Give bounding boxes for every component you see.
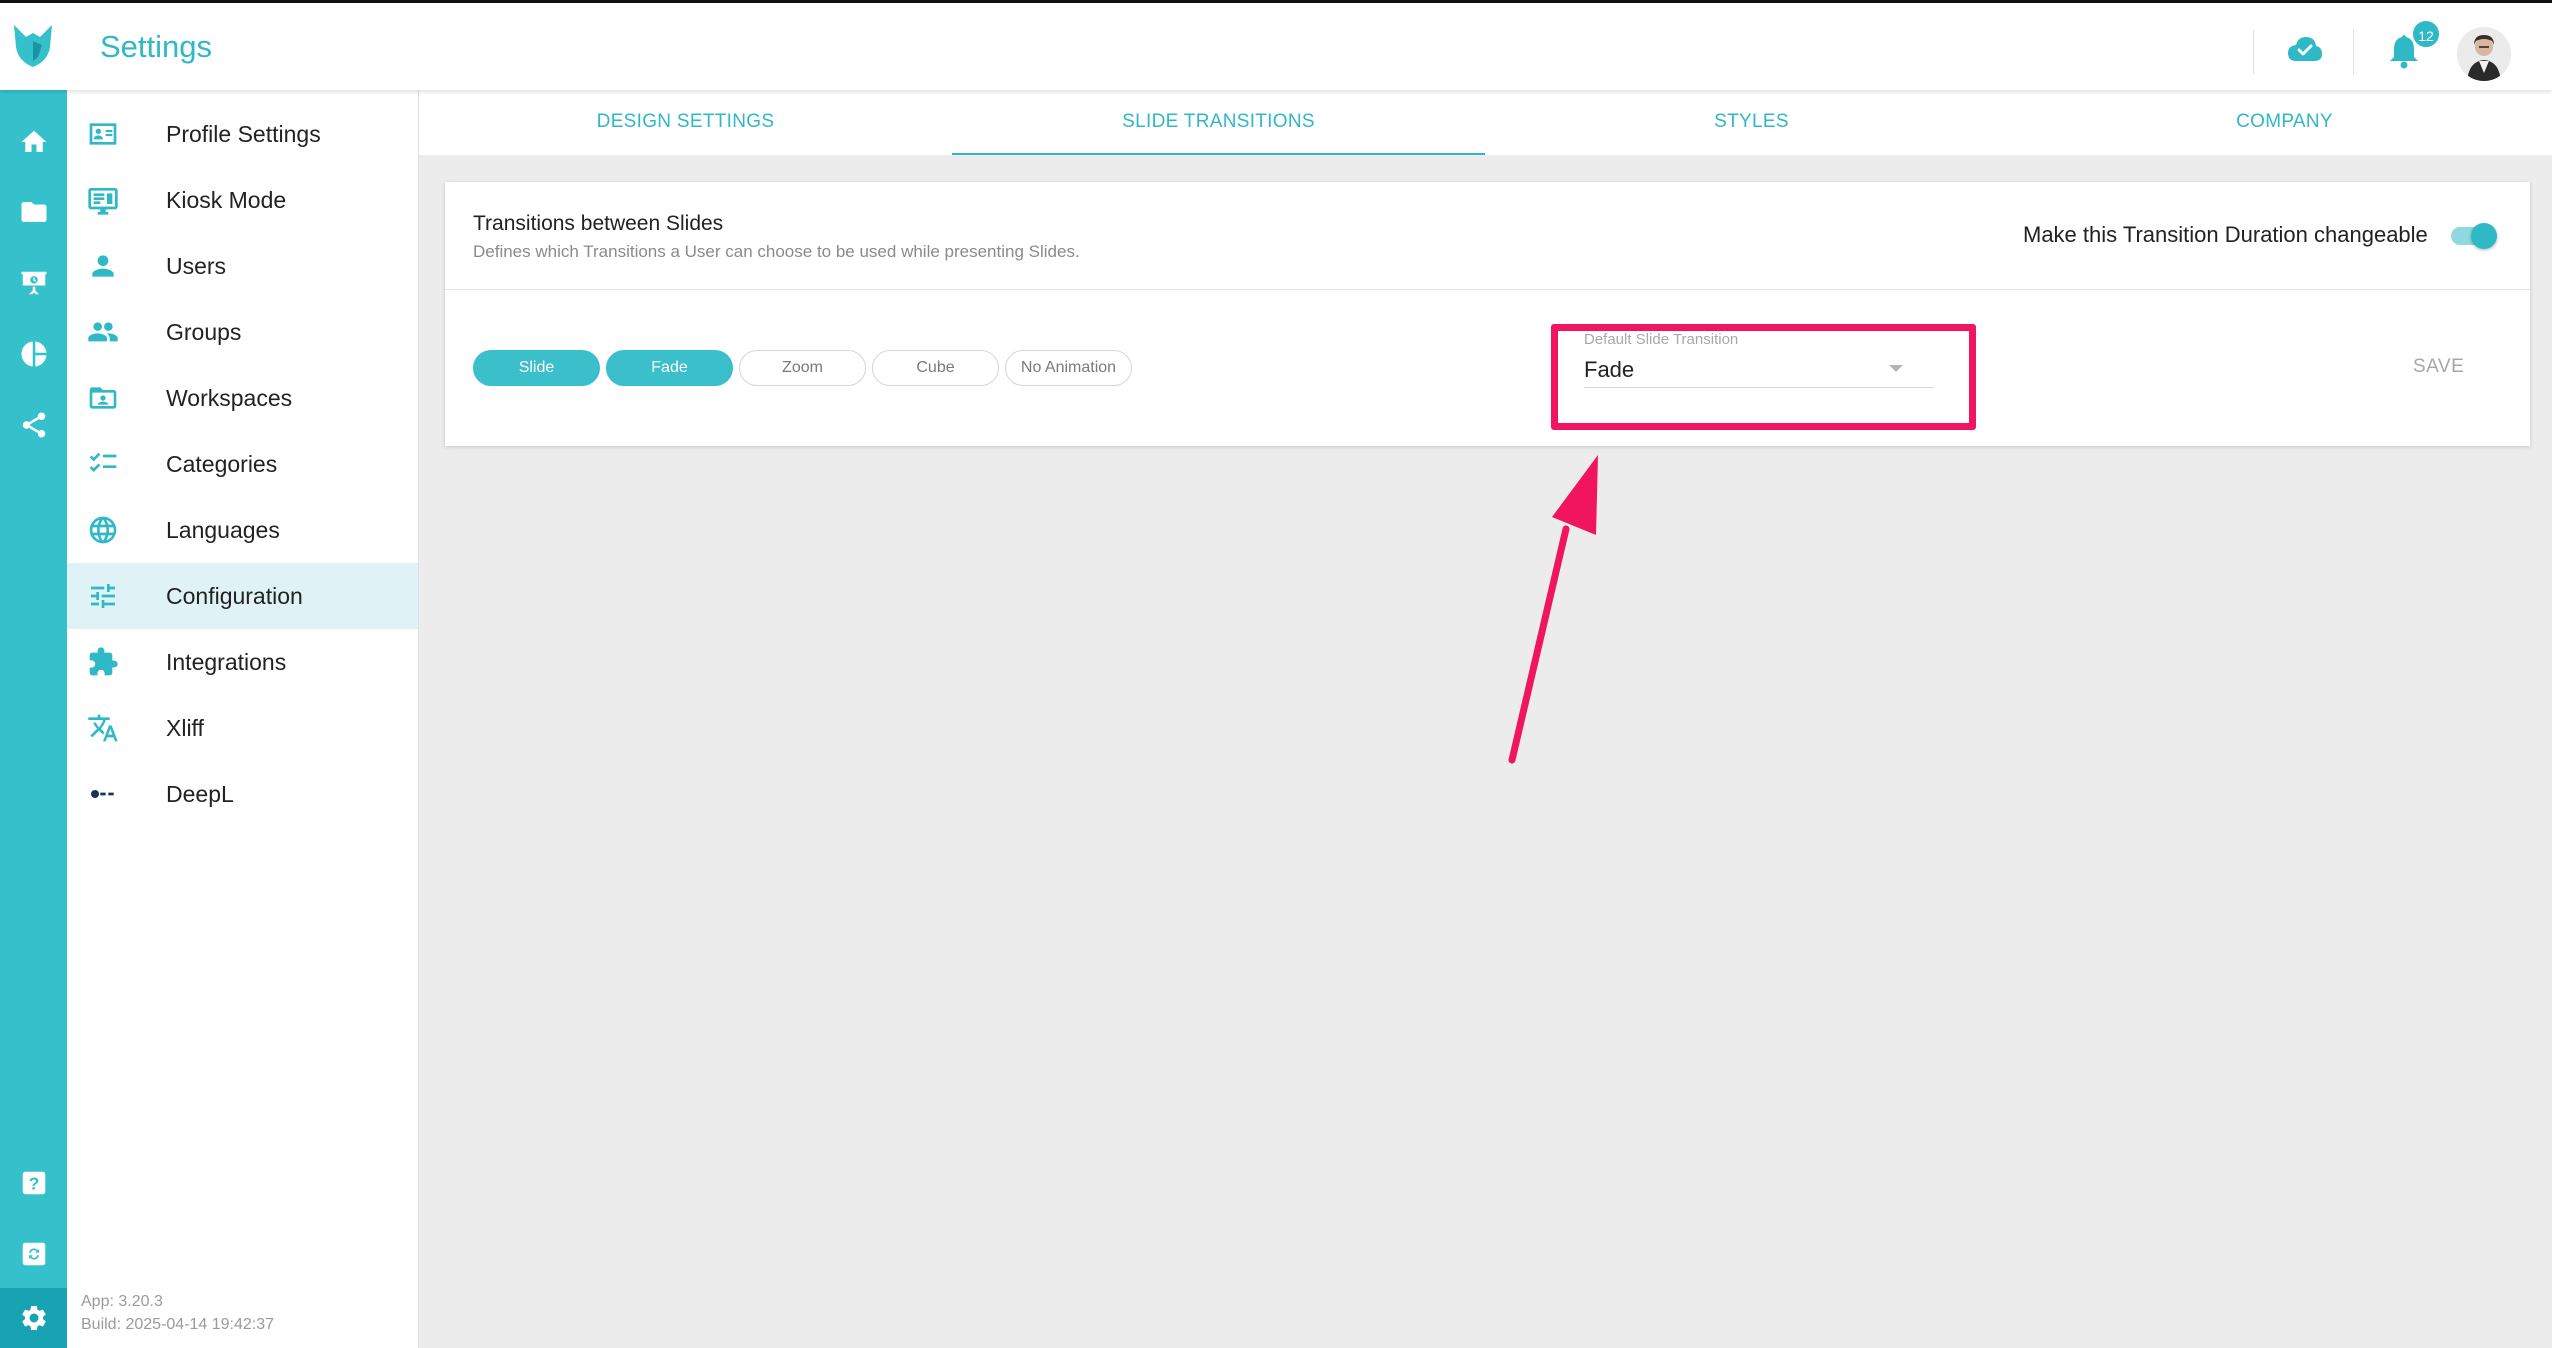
- header-divider: [2253, 29, 2254, 75]
- sidebar-item-kiosk-mode[interactable]: Kiosk Mode: [67, 167, 418, 233]
- checklist-icon: [87, 448, 119, 480]
- chip-cube[interactable]: Cube: [872, 350, 999, 386]
- tab-slide-transitions[interactable]: SLIDE TRANSITIONS: [952, 90, 1485, 155]
- tab-styles[interactable]: STYLES: [1485, 90, 2018, 155]
- cloud-sync-icon[interactable]: [2287, 35, 2323, 63]
- card-title: Transitions between Slides: [473, 212, 724, 235]
- chip-no-animation[interactable]: No Animation: [1005, 350, 1132, 386]
- toggle-knob: [2471, 223, 2497, 249]
- transitions-card: Transitions between Slides Defines which…: [445, 182, 2530, 446]
- group-icon: [87, 316, 119, 348]
- card-divider: [445, 289, 2530, 290]
- pie-chart-icon[interactable]: [0, 324, 67, 384]
- share-icon[interactable]: [0, 395, 67, 455]
- sidebar-item-groups[interactable]: Groups: [67, 299, 418, 365]
- presentation-icon[interactable]: [0, 253, 67, 313]
- sidebar-item-profile-settings[interactable]: Profile Settings: [67, 101, 418, 167]
- sidebar-item-label: Categories: [166, 451, 278, 477]
- sidebar-item-deepl[interactable]: DeepL: [67, 761, 418, 827]
- chip-zoom[interactable]: Zoom: [739, 350, 866, 386]
- page-title: Settings: [100, 29, 213, 64]
- sidebar-item-label: Integrations: [166, 649, 287, 675]
- notification-badge: 12: [2411, 19, 2441, 49]
- toggle-label: Make this Transition Duration changeable: [2023, 222, 2428, 247]
- deepl-icon: [87, 778, 119, 810]
- app-version: App: 3.20.3: [81, 1293, 163, 1310]
- sidebar-item-label: Workspaces: [166, 385, 293, 411]
- version-info: App: 3.20.3 Build: 2025-04-14 19:42:37: [81, 1290, 274, 1336]
- top-header: Settings 12: [0, 3, 2552, 90]
- tab-design-settings[interactable]: DESIGN SETTINGS: [419, 90, 952, 155]
- workspace-folder-icon: [87, 382, 119, 414]
- sliders-icon: [87, 580, 119, 612]
- avatar[interactable]: [2457, 27, 2511, 81]
- puzzle-icon: [87, 646, 119, 678]
- sidebar-item-label: Groups: [166, 319, 242, 345]
- help-icon[interactable]: ?: [0, 1153, 67, 1213]
- header-divider: [2353, 29, 2354, 75]
- select-label: Default Slide Transition: [1584, 331, 1739, 348]
- sidebar-item-label: Kiosk Mode: [166, 187, 287, 213]
- build-version: Build: 2025-04-14 19:42:37: [81, 1316, 275, 1333]
- monitor-icon: [87, 184, 119, 216]
- chip-fade[interactable]: Fade: [606, 350, 733, 386]
- profile-card-icon: [87, 118, 119, 150]
- sidebar-item-xliff[interactable]: Xliff: [67, 695, 418, 761]
- sidebar-item-label: Configuration: [166, 583, 303, 609]
- translate-icon: [87, 712, 119, 744]
- card-subtitle: Defines which Transitions a User can cho…: [473, 242, 1080, 261]
- select-value: Fade: [1584, 357, 1635, 382]
- sidebar-item-configuration[interactable]: Configuration: [67, 563, 418, 629]
- chevron-down-icon: [1889, 365, 1903, 372]
- sidebar-item-label: Profile Settings: [166, 121, 321, 147]
- user-icon: [87, 250, 119, 282]
- tab-company[interactable]: COMPANY: [2018, 90, 2551, 155]
- sidebar-item-languages[interactable]: Languages: [67, 497, 418, 563]
- sidebar-item-label: Languages: [166, 517, 280, 543]
- icon-rail: ?: [0, 90, 67, 1348]
- globe-icon: [87, 514, 119, 546]
- sidebar-item-label: DeepL: [166, 781, 234, 807]
- settings-tabs: DESIGN SETTINGS SLIDE TRANSITIONS STYLES…: [419, 90, 2552, 155]
- folder-icon[interactable]: [0, 182, 67, 242]
- sidebar-item-integrations[interactable]: Integrations: [67, 629, 418, 695]
- settings-icon[interactable]: [0, 1288, 67, 1348]
- chip-slide[interactable]: Slide: [473, 350, 600, 386]
- sync-icon[interactable]: [0, 1224, 67, 1284]
- settings-sidebar: Profile Settings Kiosk Mode Users Groups…: [67, 90, 419, 1348]
- annotation-arrow-icon: [1508, 455, 1598, 764]
- home-icon[interactable]: [0, 112, 67, 172]
- default-transition-select[interactable]: Default Slide Transition Fade: [1584, 331, 1934, 401]
- save-button[interactable]: SAVE: [2413, 356, 2464, 378]
- app-logo-icon[interactable]: [8, 21, 58, 71]
- sidebar-item-label: Xliff: [166, 715, 204, 741]
- select-underline: [1584, 387, 1934, 388]
- svg-text:?: ?: [28, 1173, 39, 1193]
- sidebar-item-categories[interactable]: Categories: [67, 431, 418, 497]
- sidebar-item-workspaces[interactable]: Workspaces: [67, 365, 418, 431]
- sidebar-item-label: Users: [166, 253, 227, 279]
- sidebar-item-users[interactable]: Users: [67, 233, 418, 299]
- duration-changeable-toggle[interactable]: [2451, 222, 2497, 249]
